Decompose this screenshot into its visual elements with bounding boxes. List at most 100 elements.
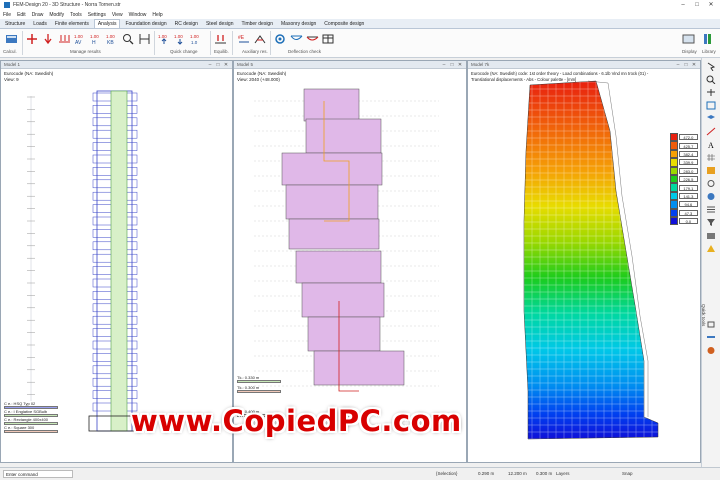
minimize-button[interactable]: – [676, 0, 690, 10]
deflection-shape-icon[interactable] [304, 32, 320, 46]
group-label-equilib: Equilib. [214, 49, 229, 54]
tab-foundation-design[interactable]: Foundation design [122, 20, 169, 28]
scale-row: 226.5 [670, 174, 698, 184]
reactions-down-icon[interactable] [40, 32, 56, 46]
command-input[interactable]: Enter command [3, 470, 73, 478]
group-label-calcul: Calcul. [3, 49, 17, 54]
watermark-text: www.CopiedPC.com [131, 404, 462, 438]
tab-rc-design[interactable]: RC design [172, 20, 201, 28]
equilibrium-icon[interactable] [212, 32, 228, 46]
menu-draw[interactable]: Draw [32, 12, 44, 18]
model-view-right[interactable]: Model 7k – □ ✕ Eurocode (NA: Swedish) co… [467, 60, 701, 463]
auxiliary-lines-icon[interactable] [252, 32, 268, 46]
tab-masonry-design[interactable]: Masonry design [278, 20, 319, 28]
scale-row: 472.0 [670, 133, 698, 142]
settings-tool-icon[interactable] [705, 178, 717, 188]
join-tool-icon[interactable] [705, 332, 717, 342]
coord-z: 0.300 m [536, 471, 553, 476]
warning-tool-icon[interactable] [705, 243, 717, 253]
select-tool-icon[interactable] [705, 61, 717, 71]
menu-view[interactable]: View [112, 12, 123, 18]
scale-swatch [670, 208, 678, 217]
svg-text:KB: KB [107, 40, 114, 45]
scale-value: 226.5 [678, 176, 698, 183]
scale-swatch [670, 158, 678, 167]
scale-row: 382.4 [670, 149, 698, 159]
group-label-manage-results: Manage results [70, 49, 101, 54]
render-tool-icon[interactable] [705, 345, 717, 355]
section-legend: C e.: HSQ Typ 02 C e.: I Englative SGBul… [4, 401, 58, 433]
scale-value: 339.9 [678, 159, 698, 166]
close-button[interactable]: ✕ [704, 0, 718, 10]
scale-row: 47.3 [670, 208, 698, 217]
kb-values-icon[interactable]: 1.00 KB [104, 32, 120, 46]
zoom-tool-icon[interactable] [705, 74, 717, 84]
layers-button[interactable]: Layers [556, 471, 570, 476]
menu-window[interactable]: Window [129, 12, 147, 18]
selection-status: {Selection} [436, 471, 458, 476]
app-logo-icon [4, 2, 10, 8]
scale-value: 425.7 [678, 142, 698, 149]
ribbon-toolbar: 1.00 AV 1.00 H 1.00 KB 1.00 1.00 1.00 1.0 #E [0, 29, 720, 58]
scale-row: 94.6 [670, 200, 698, 209]
menu-settings[interactable]: Settings [88, 12, 106, 18]
info-tool-icon[interactable] [705, 191, 717, 201]
svg-text:1.00: 1.00 [106, 34, 115, 39]
tab-steel-design[interactable]: Steel design [203, 20, 237, 28]
scale-swatch [670, 149, 678, 159]
window-controls: – □ ✕ [676, 0, 718, 10]
quick-tools-strip: A Quick tools [701, 58, 720, 467]
scale-swatch [670, 216, 678, 226]
list-tool-icon[interactable] [705, 204, 717, 214]
svg-text:1.0: 1.0 [191, 40, 198, 45]
deflection-check-icon[interactable] [288, 32, 304, 46]
menu-modify[interactable]: Modify [49, 12, 64, 18]
support-reactions-icon[interactable] [24, 32, 40, 46]
filter-tool-icon[interactable] [705, 217, 717, 227]
tab-analysis[interactable]: Analysis [93, 19, 121, 28]
layer-tool-icon[interactable] [705, 113, 717, 123]
pan-tool-icon[interactable] [705, 87, 717, 97]
quick-change-down-icon[interactable]: 1.00 [172, 32, 188, 46]
tab-finite-elements[interactable]: Finite elements [52, 20, 92, 28]
view-tool-icon[interactable] [705, 100, 717, 110]
quick-change-value-icon[interactable]: 1.00 1.0 [188, 32, 204, 46]
tab-structure[interactable]: Structure [2, 20, 28, 28]
menu-help[interactable]: Help [152, 12, 162, 18]
coord-y: 12.200 m [508, 471, 527, 476]
snap-button[interactable]: Snap [622, 471, 633, 476]
deflection-table-icon[interactable] [320, 32, 336, 46]
calculate-icon[interactable] [3, 32, 19, 46]
menu-tools[interactable]: Tools [70, 12, 82, 18]
menu-file[interactable]: File [3, 12, 11, 18]
scale-value: 141.3 [678, 192, 698, 199]
menu-edit[interactable]: Edit [17, 12, 26, 18]
scale-value: 179.1 [678, 184, 698, 191]
scale-swatch [670, 133, 678, 142]
average-values-icon[interactable]: 1.00 AV [72, 32, 88, 46]
section-dimension-icon[interactable] [136, 32, 152, 46]
search-results-icon[interactable] [120, 32, 136, 46]
measure-tool-icon[interactable] [705, 126, 717, 136]
deflection-settings-icon[interactable] [272, 32, 288, 46]
tab-loads[interactable]: Loads [30, 20, 50, 28]
max-values-icon[interactable]: 1.00 H [88, 32, 104, 46]
model-view-left[interactable]: Model 1 – □ ✕ Eurocode (NA: Swedish) Vie… [0, 60, 233, 463]
grid-tool-icon[interactable] [705, 152, 717, 162]
title-bar: FEM-Design 20 - 3D Structure - Norra Tor… [0, 0, 720, 10]
text-tool-icon[interactable]: A [705, 139, 717, 149]
color-tool-icon[interactable] [705, 165, 717, 175]
scale-value: 0.0 [678, 218, 698, 225]
maximize-button[interactable]: □ [690, 0, 704, 10]
tab-composite-design[interactable]: Composite design [321, 20, 367, 28]
auxiliary-results-icon[interactable]: #E [236, 32, 252, 46]
scale-value: 382.4 [678, 150, 698, 157]
model-view-middle[interactable]: Model 5 – □ ✕ Eurocode (NA: Swedish) Vie… [233, 60, 467, 463]
camera-tool-icon[interactable] [705, 230, 717, 240]
quick-change-up-icon[interactable]: 1.00 [156, 32, 172, 46]
line-reactions-icon[interactable] [56, 32, 72, 46]
library-icon[interactable] [700, 32, 716, 46]
explode-tool-icon[interactable] [705, 319, 717, 329]
display-settings-icon[interactable] [680, 32, 696, 46]
tab-timber-design[interactable]: Timber design [239, 20, 277, 28]
